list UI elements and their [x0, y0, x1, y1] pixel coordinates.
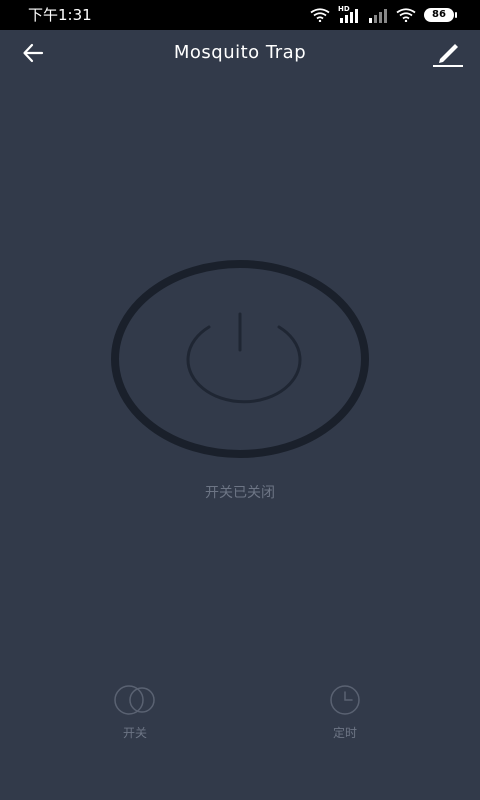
edit-button[interactable]	[432, 38, 464, 68]
wifi-icon	[310, 8, 330, 22]
app-bar: Mosquito Trap	[0, 30, 480, 76]
wifi-icon-secondary	[396, 8, 416, 22]
power-ring-graphic	[111, 260, 369, 458]
battery-indicator: 86	[424, 8, 457, 22]
hd-signal-icon: HD	[338, 5, 360, 23]
status-time: 下午1:31	[28, 6, 92, 24]
status-bar: 下午1:31 HD 86	[0, 0, 480, 30]
status-icons: HD 86	[310, 5, 457, 24]
timer-button[interactable]: 定时	[305, 684, 385, 744]
switch-button[interactable]: 开关	[95, 684, 175, 744]
toggle-circles-icon	[114, 685, 155, 715]
signal-bars-weak-icon	[369, 9, 387, 23]
hd-label: HD	[338, 5, 350, 13]
power-toggle-button[interactable]	[111, 260, 369, 458]
pencil-icon	[433, 44, 463, 67]
timer-label: 定时	[332, 726, 357, 740]
switch-label: 开关	[122, 726, 147, 740]
power-status-text: 开关已关闭	[205, 485, 275, 501]
clock-icon	[330, 685, 360, 715]
page-title: Mosquito Trap	[173, 42, 307, 63]
